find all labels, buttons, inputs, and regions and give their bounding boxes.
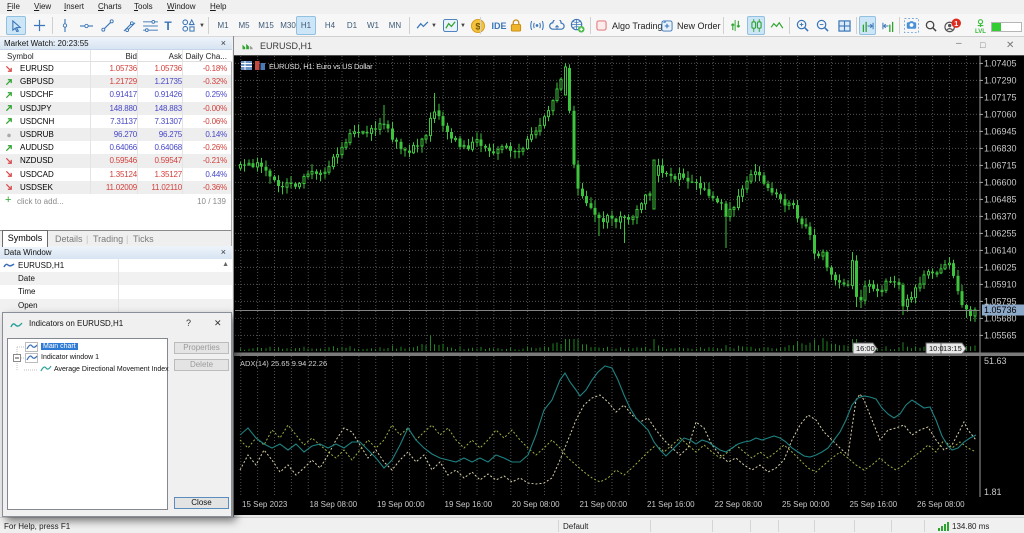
svg-text:19 Sep 00:00: 19 Sep 00:00	[377, 500, 425, 509]
svg-text:1.06830: 1.06830	[984, 143, 1017, 153]
svg-text:1.05910: 1.05910	[984, 279, 1017, 289]
svg-text:LVL: LVL	[974, 28, 985, 34]
svg-text:1.06715: 1.06715	[984, 160, 1017, 170]
svg-text:1: 1	[954, 19, 958, 28]
svg-text:18 Sep 08:00: 18 Sep 08:00	[310, 500, 358, 509]
svg-text:22 Sep 08:00: 22 Sep 08:00	[715, 500, 763, 509]
svg-text:EURUSD, H1: Euro vs US Dollar: EURUSD, H1: Euro vs US Dollar	[269, 62, 373, 71]
svg-text:1.07405: 1.07405	[984, 58, 1017, 68]
svg-text:13:15: 13:15	[943, 344, 962, 353]
svg-text:1.06485: 1.06485	[984, 194, 1017, 204]
svg-text:19 Sep 16:00: 19 Sep 16:00	[445, 500, 493, 509]
svg-text:1.06140: 1.06140	[984, 245, 1017, 255]
svg-text:1.06255: 1.06255	[984, 228, 1017, 238]
svg-text:1.07290: 1.07290	[984, 75, 1017, 85]
svg-text:10:0: 10:0	[929, 344, 944, 353]
svg-text:51.63: 51.63	[984, 356, 1007, 366]
svg-text:1.05565: 1.05565	[984, 330, 1017, 340]
svg-text:1.06600: 1.06600	[984, 177, 1017, 187]
svg-text:1.07060: 1.07060	[984, 109, 1017, 119]
svg-text:1.81: 1.81	[984, 487, 1002, 497]
svg-text:26 Sep 08:00: 26 Sep 08:00	[917, 500, 965, 509]
svg-text:25 Sep 00:00: 25 Sep 00:00	[782, 500, 830, 509]
svg-text:15 Sep 2023: 15 Sep 2023	[242, 500, 288, 509]
svg-text:25 Sep 16:00: 25 Sep 16:00	[850, 500, 898, 509]
svg-text:1.07175: 1.07175	[984, 92, 1017, 102]
svg-text:1.06025: 1.06025	[984, 262, 1017, 272]
svg-text:16:00: 16:00	[856, 344, 875, 353]
svg-text:1.06945: 1.06945	[984, 126, 1017, 136]
svg-text:21 Sep 16:00: 21 Sep 16:00	[647, 500, 695, 509]
svg-text:20 Sep 08:00: 20 Sep 08:00	[512, 500, 560, 509]
svg-text:ADX(14) 25.65 9.94 22.26: ADX(14) 25.65 9.94 22.26	[240, 359, 327, 368]
svg-text:1.06370: 1.06370	[984, 211, 1017, 221]
svg-text:21 Sep 00:00: 21 Sep 00:00	[580, 500, 628, 509]
svg-text:1.05736: 1.05736	[984, 305, 1017, 315]
